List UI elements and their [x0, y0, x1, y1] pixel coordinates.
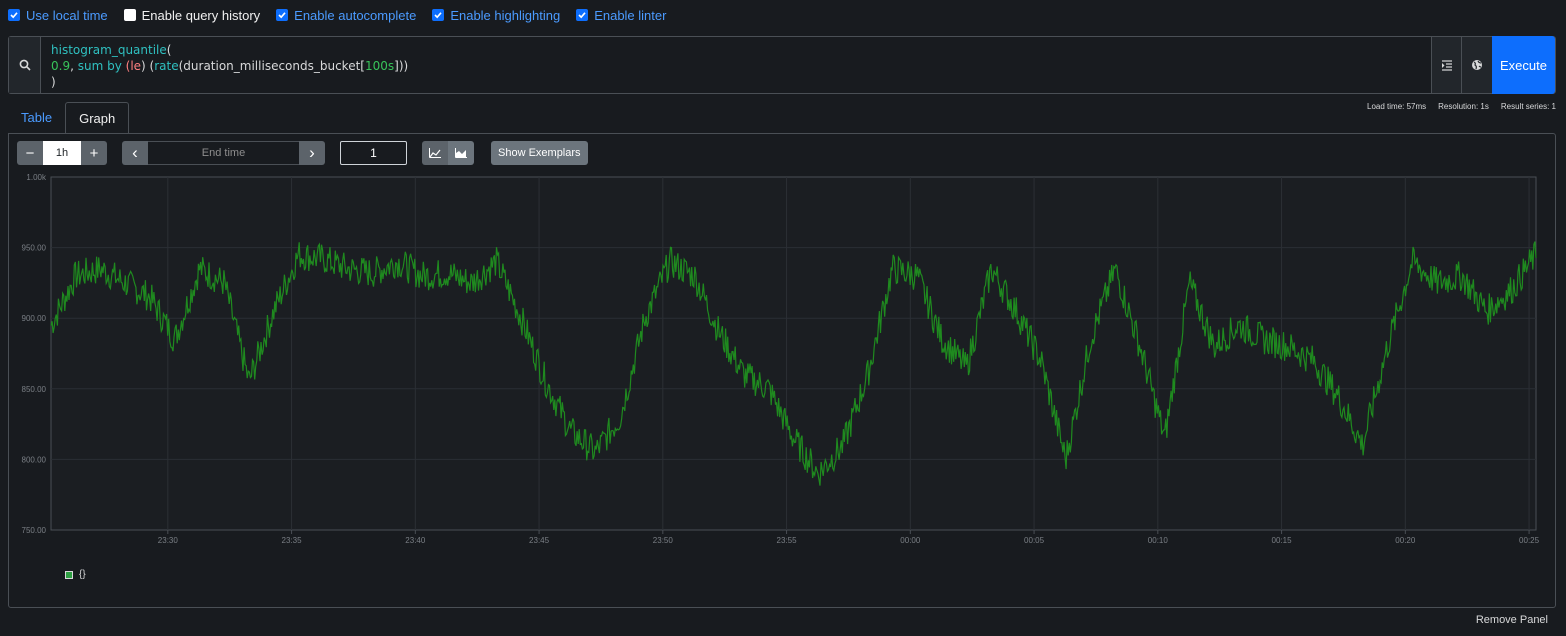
y-tick-label: 900.00 [22, 314, 47, 323]
x-tick-label: 23:40 [405, 536, 426, 545]
x-tick-label: 23:30 [158, 536, 179, 545]
x-tick-label: 00:10 [1148, 536, 1169, 545]
x-tick-label: 23:45 [529, 536, 550, 545]
y-tick-label: 950.00 [22, 244, 47, 253]
y-tick-label: 1.00k [26, 173, 47, 182]
x-tick-label: 00:20 [1395, 536, 1416, 545]
graph-chart[interactable]: 750.00 800.00 850.00 900.00 950.00 1.00k 23:30… [0, 0, 1566, 560]
x-tick-label: 23:50 [653, 536, 674, 545]
y-tick-label: 850.00 [22, 385, 47, 394]
x-tick-label: 23:35 [282, 536, 303, 545]
legend: {} [65, 569, 86, 580]
y-tick-label: 800.00 [22, 455, 47, 464]
x-tick-label: 00:15 [1272, 536, 1293, 545]
x-tick-label: 00:00 [900, 536, 921, 545]
legend-label[interactable]: {} [79, 569, 86, 580]
x-tick-label: 00:25 [1519, 536, 1540, 545]
legend-swatch[interactable] [65, 570, 73, 579]
x-tick-label: 23:55 [777, 536, 798, 545]
x-tick-label: 00:05 [1024, 536, 1045, 545]
remove-panel-button[interactable]: Remove Panel [1476, 614, 1548, 626]
y-tick-label: 750.00 [22, 526, 47, 535]
